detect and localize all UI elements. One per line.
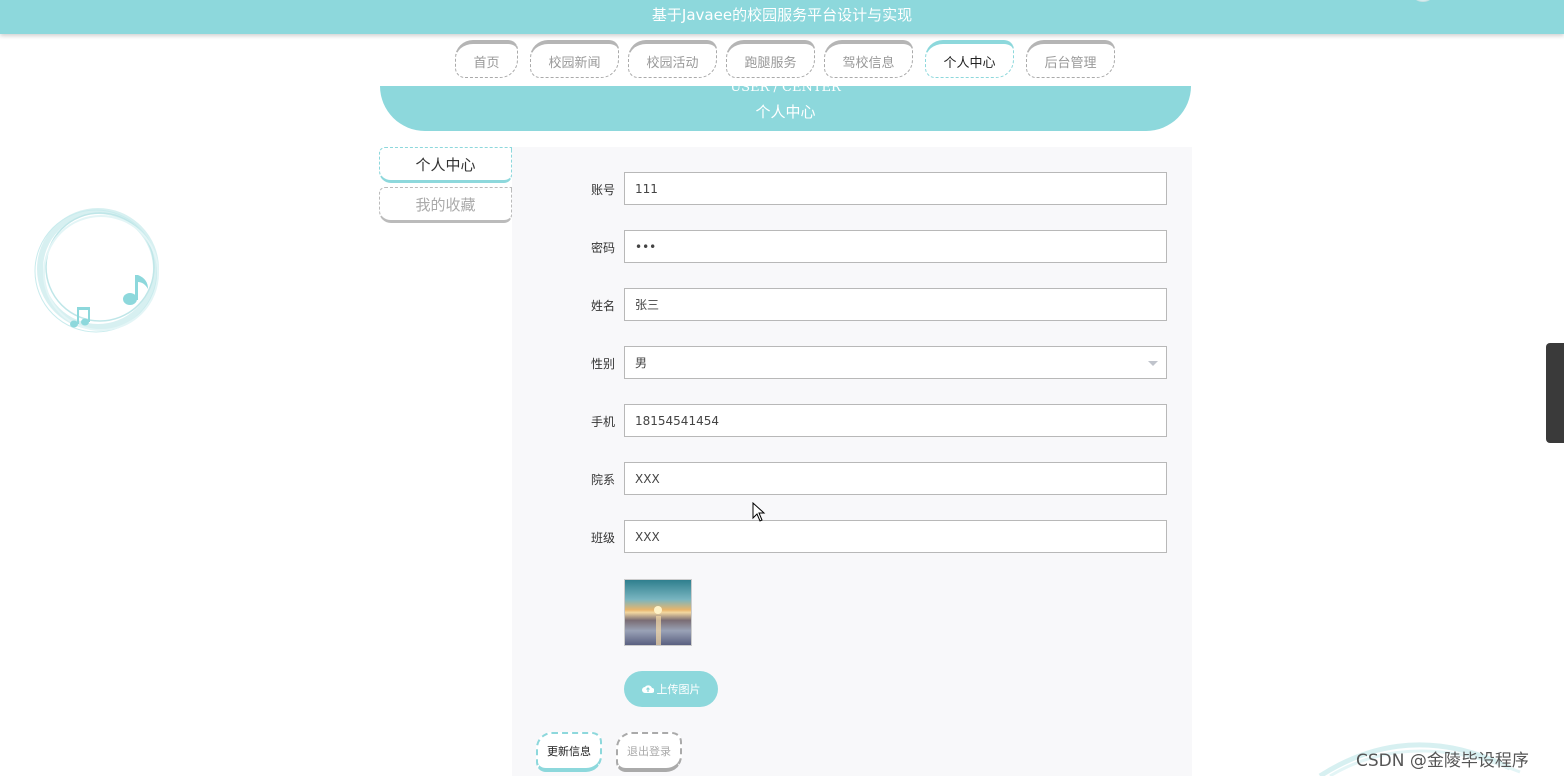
name-field[interactable]: 张三 <box>624 288 1167 321</box>
nav-home[interactable]: 首页 <box>455 40 518 78</box>
page-banner: USER / CENTER 个人中心 <box>380 80 1191 131</box>
chevron-down-icon <box>1148 361 1158 366</box>
gender-selected-value: 男 <box>635 356 648 370</box>
class-label: 班级 <box>590 531 615 545</box>
watermark-text: CSDN @金陵毕设程序 <box>1356 751 1529 771</box>
nav-errand-service[interactable]: 跑腿服务 <box>726 40 815 78</box>
gender-label: 性别 <box>590 357 615 371</box>
name-label: 姓名 <box>590 299 615 313</box>
password-label: 密码 <box>590 241 615 255</box>
gender-select[interactable]: 男 <box>624 346 1167 379</box>
department-field[interactable]: XXX <box>624 462 1167 495</box>
sidebar-item-favorites[interactable]: 我的收藏 <box>379 187 512 223</box>
account-label: 账号 <box>590 183 615 197</box>
nav-admin[interactable]: 后台管理 <box>1026 40 1115 78</box>
department-label: 院系 <box>590 473 615 487</box>
banner-subtitle: USER / CENTER <box>730 80 841 95</box>
upload-image-button[interactable]: 上传图片 <box>624 671 718 707</box>
password-field[interactable]: ••• <box>624 230 1167 263</box>
nav-driving-school[interactable]: 驾校信息 <box>824 40 913 78</box>
update-info-button[interactable]: 更新信息 <box>536 732 602 772</box>
account-field[interactable]: 111 <box>624 172 1167 205</box>
phone-field[interactable]: 18154541454 <box>624 404 1167 437</box>
mouse-cursor-icon <box>752 502 766 522</box>
sidebar: 个人中心 我的收藏 <box>379 147 512 645</box>
nav-campus-activities[interactable]: 校园活动 <box>628 40 717 78</box>
sidebar-item-personal-center[interactable]: 个人中心 <box>379 147 512 183</box>
class-field[interactable]: XXX <box>624 520 1167 553</box>
sunset-image <box>654 606 662 645</box>
nav-campus-news[interactable]: 校园新闻 <box>530 40 619 78</box>
avatar[interactable] <box>1410 0 1436 2</box>
top-header-bar: 基于Javaee的校园服务平台设计与实现 <box>0 0 1564 34</box>
site-title: 基于Javaee的校园服务平台设计与实现 <box>651 6 913 24</box>
page-title: 个人中心 <box>755 103 816 121</box>
side-float-tab[interactable] <box>1546 343 1564 443</box>
music-decoration-icon <box>34 208 159 333</box>
upload-button-label: 上传图片 <box>656 683 701 696</box>
logout-button[interactable]: 退出登录 <box>616 732 682 772</box>
nav-personal-center[interactable]: 个人中心 <box>925 40 1014 78</box>
cloud-upload-icon <box>641 685 654 693</box>
phone-label: 手机 <box>590 415 615 429</box>
main-nav: 首页 校园新闻 校园活动 跑腿服务 驾校信息 个人中心 后台管理 <box>0 40 1564 80</box>
profile-photo <box>624 579 692 646</box>
